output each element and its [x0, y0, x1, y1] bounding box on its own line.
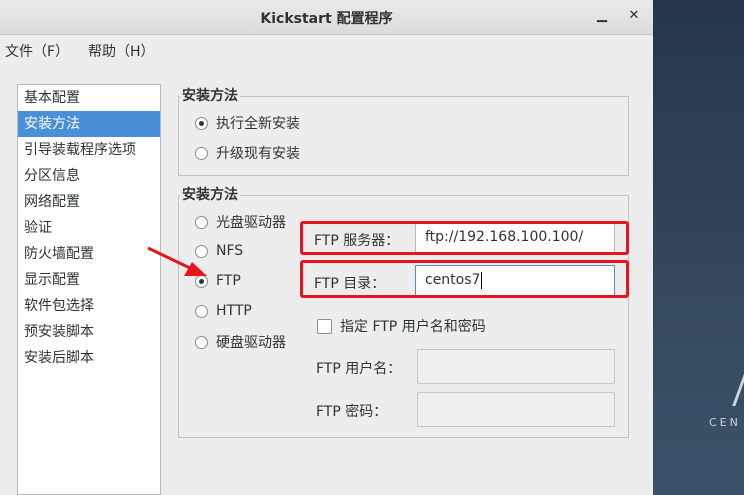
sidebar-item-firewall[interactable]: 防火墙配置	[18, 241, 160, 267]
ftp-auth-checkbox-label: 指定 FTP 用户名和密码	[340, 319, 486, 335]
radio-fresh-install[interactable]: 执行全新安装	[195, 113, 300, 133]
radio-indicator	[195, 116, 208, 130]
sidebar-item-basic[interactable]: 基本配置	[18, 85, 160, 111]
ftp-user-label: FTP 用户名：	[316, 361, 402, 377]
radio-indicator	[195, 304, 208, 318]
sidebar-item-post-script[interactable]: 安装后脚本	[18, 345, 160, 371]
ftp-auth-checkbox[interactable]: 指定 FTP 用户名和密码	[317, 316, 486, 336]
ftp-user-input[interactable]	[417, 349, 615, 384]
radio-indicator	[195, 215, 208, 229]
close-button[interactable]: ✕	[626, 8, 642, 24]
radio-label: 执行全新安装	[216, 116, 300, 132]
menu-help[interactable]: 帮助（H）	[88, 41, 155, 61]
sidebar-item-partition[interactable]: 分区信息	[18, 163, 160, 189]
sidebar-item-network[interactable]: 网络配置	[18, 189, 160, 215]
titlebar[interactable]: Kickstart 配置程序 ▁ ✕	[0, 0, 653, 35]
sidebar-item-display[interactable]: 显示配置	[18, 267, 160, 293]
centos-logo-mark	[732, 358, 744, 406]
sidebar-item-packages[interactable]: 软件包选择	[18, 293, 160, 319]
annotation-arrow-icon	[147, 246, 207, 276]
sidebar-item-bootloader[interactable]: 引导装载程序选项	[18, 137, 160, 163]
menubar: 文件（F） 帮助（H）	[0, 35, 653, 63]
radio-label: 升级现有安装	[216, 146, 300, 162]
checkbox-indicator	[317, 318, 332, 334]
menu-file[interactable]: 文件（F）	[5, 41, 69, 61]
close-icon: ✕	[628, 8, 640, 23]
radio-indicator	[195, 335, 208, 349]
desktop-background: CEN	[653, 0, 744, 495]
radio-upgrade[interactable]: 升级现有安装	[195, 143, 300, 163]
sidebar-item-install-method[interactable]: 安装方法	[18, 111, 160, 137]
install-method-heading: 安装方法	[180, 184, 240, 204]
ftp-pass-label: FTP 密码：	[316, 404, 388, 420]
radio-label: FTP	[216, 273, 241, 289]
sidebar-nav: 基本配置 安装方法 引导装载程序选项 分区信息 网络配置 验证 防火墙配置 显示…	[17, 84, 161, 495]
content-panel: 安装方法 执行全新安装 升级现有安装 安装方法 光盘驱动器 NFS FTP HT…	[176, 84, 630, 495]
install-type-heading: 安装方法	[180, 85, 240, 105]
sidebar-item-auth[interactable]: 验证	[18, 215, 160, 241]
radio-http[interactable]: HTTP	[195, 303, 252, 319]
radio-label: HTTP	[216, 303, 252, 319]
radio-harddrive[interactable]: 硬盘驱动器	[195, 332, 286, 352]
minimize-button[interactable]: ▁	[594, 8, 610, 24]
highlight-ftp-dir	[300, 260, 629, 298]
ftp-pass-input[interactable]	[417, 392, 615, 427]
install-type-frame	[178, 96, 629, 176]
radio-label: NFS	[216, 243, 244, 259]
radio-cdrom[interactable]: 光盘驱动器	[195, 212, 286, 232]
window-title: Kickstart 配置程序	[260, 11, 393, 27]
radio-label: 硬盘驱动器	[216, 335, 286, 351]
radio-label: 光盘驱动器	[216, 215, 286, 231]
radio-indicator	[195, 146, 208, 160]
kickstart-window: Kickstart 配置程序 ▁ ✕ 文件（F） 帮助（H） 基本配置 安装方法…	[0, 0, 653, 495]
highlight-ftp-server	[300, 221, 629, 255]
sidebar-item-pre-script[interactable]: 预安装脚本	[18, 319, 160, 345]
desktop-logo-text: CEN	[709, 416, 741, 429]
minimize-icon: ▁	[597, 8, 607, 23]
